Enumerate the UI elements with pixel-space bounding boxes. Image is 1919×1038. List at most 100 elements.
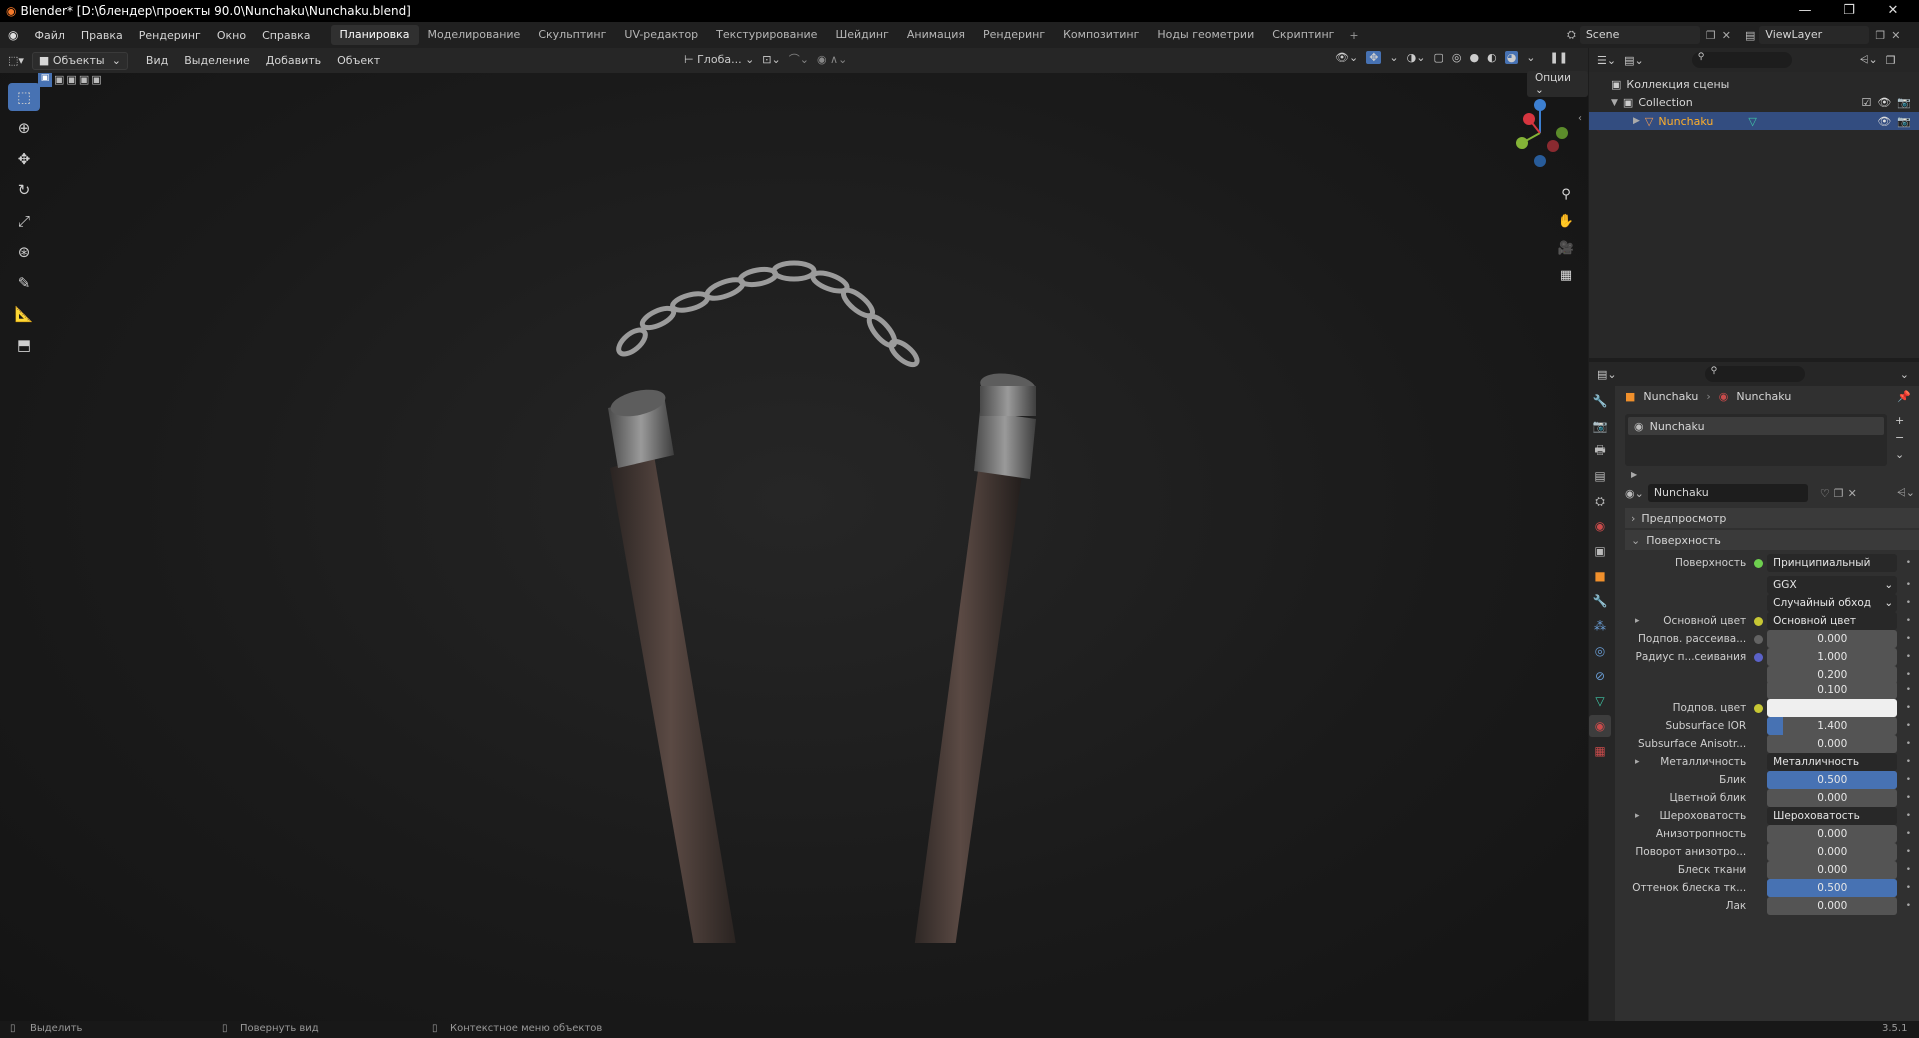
scene-collection-row[interactable]: ▣ Коллекция сцены — [1611, 78, 1729, 91]
constraints-tab-icon[interactable]: ⊘ — [1589, 665, 1611, 687]
material-tab-icon[interactable]: ◉ — [1589, 715, 1611, 737]
duplicate-material-icon[interactable]: ❐ — [1834, 487, 1844, 500]
gizmo-y-axis-icon[interactable] — [1516, 137, 1528, 149]
keyframe-dot-icon[interactable]: • — [1901, 685, 1911, 695]
workspace-tab-2[interactable]: Скульптинг — [529, 25, 615, 45]
outliner-search-input[interactable]: ⚲ — [1691, 52, 1792, 68]
menu-0[interactable]: Файл — [26, 29, 72, 42]
pan-hand-icon[interactable]: ✋ — [1555, 210, 1577, 232]
preview-panel-header[interactable]: › Предпросмотр — [1625, 508, 1919, 528]
workspace-tab-6[interactable]: Анимация — [898, 25, 974, 45]
keyframe-dot-icon[interactable]: • — [1901, 558, 1911, 568]
xray-icon[interactable]: ▢ — [1433, 51, 1443, 64]
exclude-checkbox-icon[interactable]: ☑ — [1861, 96, 1871, 109]
keyframe-dot-icon[interactable]: • — [1901, 721, 1911, 731]
pivot-icon[interactable]: ⊡⌄ — [762, 53, 780, 66]
display-mode-icon[interactable]: ▤⌄ — [1624, 54, 1644, 67]
gizmo-icon[interactable]: ✥ — [1366, 51, 1382, 64]
visibility-icon[interactable]: 👁⌄ — [1335, 51, 1358, 64]
world-tab-icon[interactable]: ◉ — [1589, 515, 1611, 537]
3d-viewport[interactable]: ▣ ▣ ▣ ▣ ▣ Опции ⌄ ⬚ ⊕ ✥ ↻ ⤢ ⊛ ✎ 📐 ⬒ ⚲ ✋ … — [0, 71, 1588, 1021]
scene-name[interactable]: Scene — [1579, 26, 1700, 44]
select-invert-icon[interactable]: ▣ — [79, 73, 89, 87]
keyframe-dot-icon[interactable]: • — [1901, 829, 1911, 839]
select-subtract-icon[interactable]: ▣ — [66, 73, 76, 87]
viewport-menu-1[interactable]: Выделение — [176, 54, 258, 67]
material-slot-row[interactable]: ◉ Nunchaku — [1628, 417, 1884, 435]
viewlayer-name[interactable]: ViewLayer — [1759, 26, 1870, 44]
navigation-gizmo[interactable] — [1500, 93, 1580, 173]
new-scene-icon[interactable]: ❐ — [1706, 29, 1716, 42]
sidebar-toggle-icon[interactable]: ‹ — [1578, 113, 1582, 124]
scene-selector[interactable]: ⛭ Scene ❐ ✕ — [1567, 25, 1747, 45]
fake-user-icon[interactable]: ♡ — [1820, 487, 1830, 500]
slot-specials-icon[interactable]: ⌄ — [1895, 448, 1904, 461]
hide-eye-icon[interactable]: 👁 — [1877, 96, 1891, 109]
expand-link-icon[interactable]: ▸ — [1635, 757, 1640, 767]
outliner-editor-type-icon[interactable]: ☰⌄ — [1597, 54, 1616, 67]
expand-link-icon[interactable]: ▸ — [1635, 616, 1640, 626]
properties-editor-type-icon[interactable]: ▤⌄ — [1597, 368, 1617, 381]
measure-tool-icon[interactable]: 📐 — [8, 300, 40, 328]
collection-row[interactable]: ▼ ▣ Collection ☑ 👁 📷 — [1611, 96, 1911, 109]
material-shading-icon[interactable]: ◐ — [1487, 51, 1497, 64]
snap-icon[interactable]: ⌒⌄ — [789, 51, 809, 67]
material-slot-list[interactable]: ◉ Nunchaku — [1625, 414, 1887, 466]
select-box-tool-icon[interactable]: ⬚ — [8, 83, 40, 111]
texture-tab-icon[interactable]: ▦ — [1589, 740, 1611, 762]
move-tool-icon[interactable]: ✥ — [8, 145, 40, 173]
viewport-menu-2[interactable]: Добавить — [258, 54, 329, 67]
object-eye-icon[interactable]: 👁 — [1877, 115, 1891, 128]
properties-options-icon[interactable]: ⌄ — [1900, 368, 1919, 381]
ortho-grid-icon[interactable]: ▦ — [1555, 264, 1577, 286]
slot-expand-icon[interactable]: ▶ — [1631, 470, 1637, 479]
menu-4[interactable]: Справка — [254, 29, 318, 42]
object-row-nunchaku[interactable]: ▶ ▽ Nunchaku ▽ 👁 📷 — [1589, 112, 1919, 130]
rendered-shading-icon[interactable]: ◕ — [1504, 51, 1519, 64]
minimize-button[interactable]: — — [1783, 0, 1827, 22]
nunchaku-model[interactable] — [560, 183, 1060, 943]
keyframe-dot-icon[interactable]: • — [1901, 652, 1911, 662]
add-workspace-button[interactable]: + — [1343, 29, 1364, 42]
workspace-tab-4[interactable]: Текстурирование — [707, 25, 826, 45]
workspace-tab-9[interactable]: Ноды геометрии — [1148, 25, 1263, 45]
keyframe-dot-icon[interactable]: • — [1901, 883, 1911, 893]
workspace-tab-3[interactable]: UV-редактор — [615, 25, 707, 45]
workspace-tab-0[interactable]: Планировка — [330, 25, 419, 45]
properties-search-input[interactable]: ⚲ — [1704, 366, 1805, 382]
workspace-tab-1[interactable]: Моделирование — [419, 25, 530, 45]
keyframe-dot-icon[interactable]: • — [1901, 598, 1911, 608]
maximize-button[interactable]: ❐ — [1827, 0, 1871, 22]
keyframe-dot-icon[interactable]: • — [1901, 703, 1911, 713]
tool-tab-icon[interactable]: 🔧 — [1589, 390, 1611, 412]
render-camera-icon[interactable]: 📷 — [1897, 96, 1911, 109]
property-field[interactable]: Принципиальный BSDF — [1767, 554, 1898, 572]
collection-tab-icon[interactable]: ▣ — [1589, 540, 1611, 562]
rotate-tool-icon[interactable]: ↻ — [8, 176, 40, 204]
workspace-tab-8[interactable]: Композитинг — [1054, 25, 1148, 45]
proportional-icon[interactable]: ◉ ∧⌄ — [817, 53, 847, 66]
surface-panel-header[interactable]: ⌄ Поверхность — [1625, 530, 1919, 550]
socket-dot-icon[interactable] — [1754, 634, 1764, 644]
property-field[interactable]: 0.000 — [1767, 897, 1898, 915]
delete-viewlayer-icon[interactable]: ✕ — [1891, 29, 1900, 42]
keyframe-dot-icon[interactable]: • — [1901, 865, 1911, 875]
keyframe-dot-icon[interactable]: • — [1901, 811, 1911, 821]
material-browse-icon[interactable]: ◉⌄ — [1625, 487, 1644, 500]
render-tab-icon[interactable]: 📷 — [1589, 415, 1611, 437]
workspace-tab-5[interactable]: Шейдинг — [826, 25, 897, 45]
workspace-tab-7[interactable]: Рендеринг — [974, 25, 1054, 45]
modifier-tab-icon[interactable]: 🔧 — [1589, 590, 1611, 612]
overlay-icon[interactable]: ◑⌄ — [1407, 51, 1426, 64]
viewlayer-selector[interactable]: ▤ ViewLayer ❐ ✕ — [1745, 25, 1917, 45]
camera-view-icon[interactable]: 🎥 — [1555, 237, 1577, 259]
remove-slot-icon[interactable]: − — [1895, 431, 1904, 444]
transform-tool-icon[interactable]: ⊛ — [8, 238, 40, 266]
editor-type-icon[interactable]: ⬚▾ — [0, 54, 32, 67]
new-viewlayer-icon[interactable]: ❐ — [1875, 29, 1885, 42]
unlink-material-icon[interactable]: ✕ — [1848, 487, 1857, 500]
solid-shading-icon[interactable]: ● — [1469, 51, 1479, 64]
scene-tab-icon[interactable]: ⛭ — [1589, 490, 1611, 512]
object-camera-icon[interactable]: 📷 — [1897, 115, 1911, 128]
shading-options-icon[interactable]: ⌄ — [1526, 51, 1535, 64]
